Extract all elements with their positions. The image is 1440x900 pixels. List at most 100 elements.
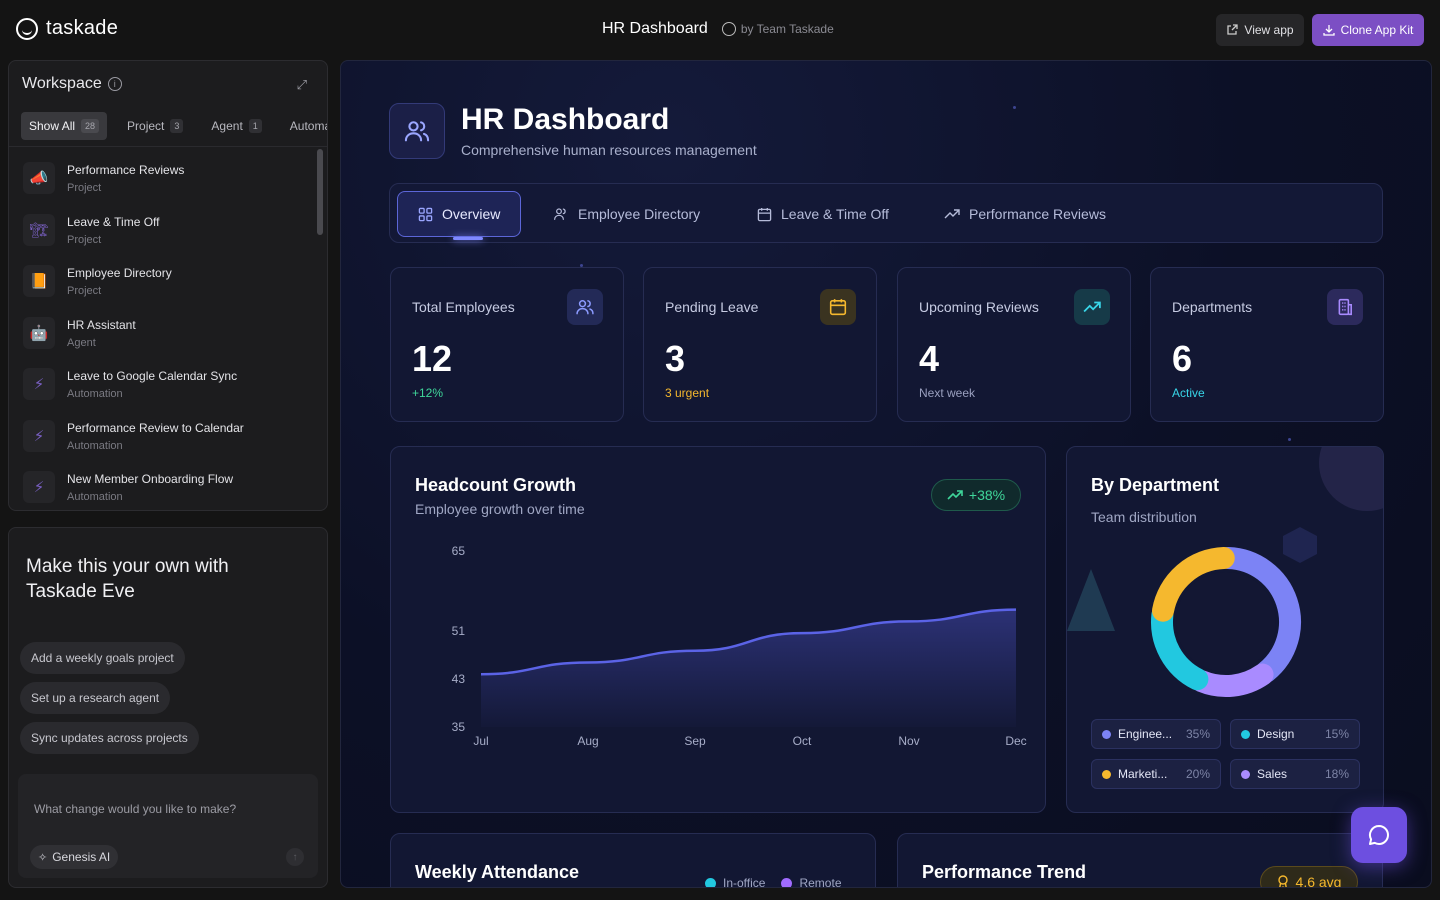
tab-automation[interactable]: Automation (282, 112, 327, 140)
legend-item-marketing[interactable]: Marketi... 20% (1091, 759, 1221, 789)
tab-agent[interactable]: Agent 1 (203, 112, 269, 140)
tab-label: Agent (211, 119, 243, 133)
grid-icon (418, 207, 433, 221)
legend-item-engineering[interactable]: Enginee... 35% (1091, 719, 1221, 749)
list-item[interactable]: 🏗 Leave & Time Off Project (23, 207, 313, 253)
legend-label: In-office (723, 876, 766, 888)
list-item[interactable]: ⚡ Performance Review to Calendar Automati… (23, 413, 313, 459)
list-item[interactable]: 🤖 HR Assistant Agent (23, 310, 313, 356)
headcount-area-chart: 65 51 43 35 Jul Aug Sep Oct Nov Dec (452, 544, 1027, 748)
attendance-legend: In-office Remote (705, 876, 842, 888)
weekly-attendance-card: Weekly Attendance In-office Remote (390, 833, 876, 888)
list-item[interactable]: ⚡ New Member Onboarding Flow Automation (23, 464, 313, 510)
view-app-label: View app (1244, 23, 1294, 37)
stat-card-pending-leave[interactable]: Pending Leave 3 3 urgent (643, 267, 877, 422)
list-item[interactable]: 📙 Employee Directory Project (23, 258, 313, 304)
users-icon (389, 103, 445, 159)
item-type: Automation (67, 387, 123, 400)
item-name: Employee Directory (67, 265, 172, 280)
item-name: Leave to Google Calendar Sync (67, 368, 238, 383)
tab-show-all[interactable]: Show All 28 (21, 112, 108, 140)
lightning-icon: ⚡ (23, 471, 55, 503)
stat-label: Departments (1172, 299, 1253, 315)
legend-pct: 15% (1324, 727, 1349, 741)
stat-sub: +12% (412, 386, 444, 400)
tab-label: Overview (442, 206, 501, 222)
team-avatar-icon (721, 22, 736, 36)
trending-up-icon (944, 209, 960, 219)
list-item[interactable]: ⚡ Leave to Google Calendar Sync Automatio… (23, 361, 313, 407)
external-link-icon (1227, 24, 1239, 35)
legend-item-design[interactable]: Design 15% (1230, 719, 1360, 749)
taskade-logo[interactable]: taskade (16, 17, 118, 40)
y-tick-label: 65 (452, 544, 466, 558)
y-tick-label: 35 (452, 720, 466, 734)
clone-app-kit-button[interactable]: Clone App Kit (1312, 14, 1424, 46)
scrollbar[interactable] (317, 149, 323, 235)
expand-icon[interactable]: ⤢ (297, 77, 307, 93)
active-tab-indicator (453, 237, 483, 240)
legend-dot (1241, 729, 1250, 739)
stat-value: 3 (665, 338, 686, 379)
stat-value: 12 (412, 338, 453, 379)
legend-name: Sales (1257, 767, 1288, 781)
model-selector[interactable]: ✧ Genesis AI (30, 845, 119, 869)
tab-label: Employee Directory (578, 206, 701, 222)
item-name: Performance Review to Calendar (67, 420, 244, 435)
stat-card-departments[interactable]: Departments 6 Active (1150, 267, 1384, 422)
tab-overview[interactable]: Overview (397, 191, 522, 237)
author-text: by Team Taskade (740, 22, 834, 36)
calendar-icon (820, 289, 856, 325)
model-label: Genesis AI (52, 850, 111, 864)
award-icon (1277, 874, 1288, 887)
stat-sub: Next week (919, 386, 976, 400)
stat-card-total-employees[interactable]: Total Employees 12 +12% (390, 267, 624, 422)
tab-leave-time-off[interactable]: Leave & Time Off (737, 191, 909, 237)
book-icon: 📙 (23, 265, 55, 297)
suggestion-chip[interactable]: Sync updates across projects (20, 722, 199, 754)
stat-sub: Active (1172, 386, 1205, 400)
legend-pct: 20% (1185, 767, 1210, 781)
tab-employee-directory[interactable]: Employee Directory (533, 191, 720, 237)
app-title: HR Dashboard (602, 20, 708, 37)
legend-item-sales[interactable]: Sales 18% (1230, 759, 1360, 789)
stat-value: 6 (1172, 338, 1193, 379)
info-icon[interactable]: i (107, 77, 122, 91)
stat-sub: 3 urgent (665, 386, 710, 400)
x-tick-label: Jul (473, 734, 488, 748)
construction-icon: 🏗 (23, 214, 55, 246)
chat-bubble-icon (1369, 825, 1389, 846)
item-type: Automation (67, 490, 123, 503)
legend-dot (1241, 769, 1250, 779)
megaphone-icon: 📣 (23, 162, 55, 194)
chat-button[interactable] (1351, 807, 1407, 863)
list-item[interactable]: 📣 Performance Reviews Project (23, 155, 313, 201)
eve-prompt-input[interactable]: What change would you like to make? ✧ Ge… (18, 774, 318, 878)
suggestion-chip[interactable]: Add a weekly goals project (20, 642, 185, 674)
author-credit[interactable]: by Team Taskade (721, 22, 834, 36)
x-tick-label: Aug (577, 734, 598, 748)
suggestion-chip[interactable]: Set up a research agent (20, 682, 171, 714)
x-tick-label: Oct (793, 734, 812, 748)
send-button[interactable]: ↑ (286, 848, 304, 866)
x-tick-label: Nov (898, 734, 919, 748)
donut-hole (1176, 572, 1276, 672)
workspace-list: 📣 Performance Reviews Project 🏗 Leave & T… (9, 153, 313, 510)
avg-rating-badge: 4.6 avg (1260, 866, 1358, 887)
donut-slice[interactable] (1190, 663, 1274, 697)
x-tick-label: Sep (684, 734, 706, 748)
tab-performance-reviews[interactable]: Performance Reviews (924, 191, 1126, 237)
download-icon (1322, 25, 1335, 36)
tab-project[interactable]: Project 3 (119, 112, 191, 140)
stat-label: Total Employees (412, 299, 515, 315)
stat-value: 4 (919, 338, 940, 379)
tab-label: Leave & Time Off (781, 206, 889, 222)
performance-trend-card: Performance Trend 4.6 avg (897, 833, 1383, 887)
view-app-button[interactable]: View app (1216, 14, 1304, 46)
stat-card-upcoming-reviews[interactable]: Upcoming Reviews 4 Next week (897, 267, 1131, 422)
legend-name: Marketi... (1118, 767, 1168, 781)
trending-up-icon (1074, 289, 1110, 325)
item-name: HR Assistant (67, 317, 136, 332)
x-tick-label: Dec (1005, 734, 1026, 748)
dashboard-tabs: Overview Employee Directory Leave & Time… (389, 183, 1383, 243)
